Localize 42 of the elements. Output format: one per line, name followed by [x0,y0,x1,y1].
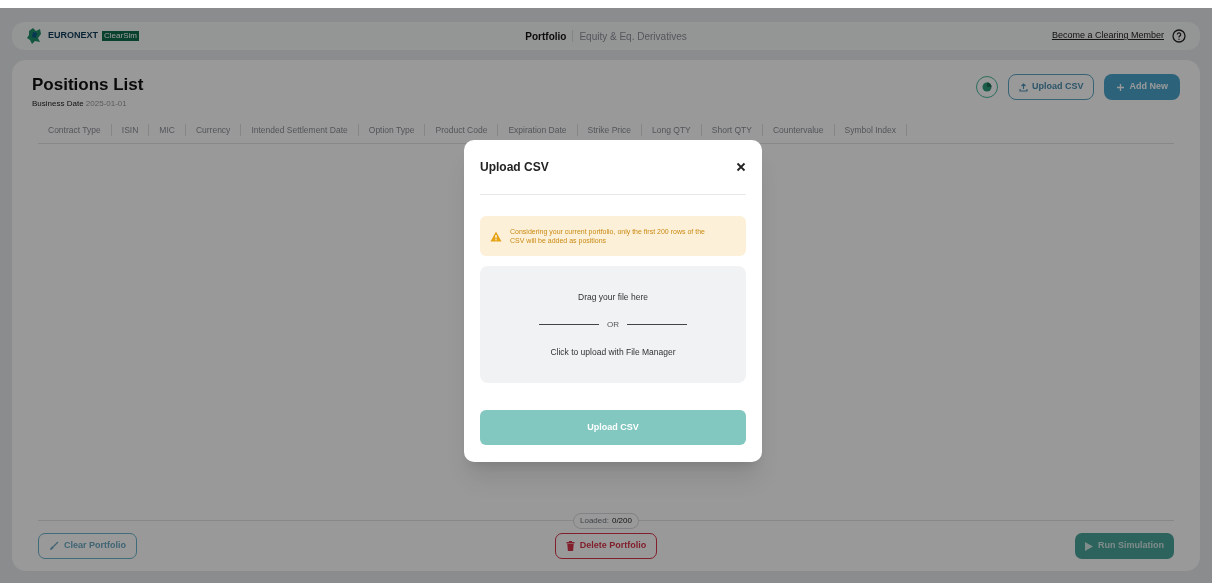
column-header[interactable]: Short QTY [701,123,763,137]
column-header[interactable]: ISIN [111,123,150,137]
page-title: Positions List [32,74,144,96]
product-badge: ClearSim [102,31,139,41]
clearing-member-link[interactable]: Become a Clearing Member [1051,29,1164,43]
play-icon [1085,541,1093,551]
column-header[interactable]: Expiration Date [498,123,578,137]
file-manager-link[interactable]: Click to upload with File Manager [550,345,676,359]
help-icon[interactable] [1172,29,1186,43]
column-header[interactable]: Contract Type [38,123,112,137]
warning-icon [490,230,502,242]
loaded-count: 0/200 [611,515,632,527]
column-header[interactable]: Product Code [425,123,499,137]
close-icon[interactable] [736,162,746,172]
upload-csv-button[interactable]: Upload CSV [1007,74,1095,100]
run-simulation-button[interactable]: Run Simulation [1075,533,1174,559]
plus-icon [1116,82,1126,92]
trash-icon [565,541,575,551]
drop-instruction: Drag your file here [578,290,648,304]
nav-tab[interactable]: Portfolio [525,28,567,44]
column-header[interactable]: MIC [149,123,186,137]
logo-icon [26,27,44,45]
column-header[interactable]: Symbol Index [834,123,907,137]
column-header[interactable]: Long QTY [642,123,702,137]
column-header[interactable]: Countervalue [762,123,835,137]
drop-zone[interactable]: Drag your file here OR Click to upload with File Manager [480,266,746,383]
clear-portfolio-button[interactable]: Clear Portfolio [38,533,137,559]
nav-tab[interactable]: Equity & Eq. Derivatives [579,28,687,44]
column-header[interactable]: Currency [185,123,242,137]
brand-name: EURONEXT [48,29,98,43]
upload-csv-submit-button[interactable]: Upload CSV [480,410,746,445]
separator-text: OR [607,318,619,331]
column-header[interactable]: Strike Price [577,123,643,137]
upload-icon [1018,82,1028,92]
delete-portfolio-button[interactable]: Delete Portfolio [554,533,658,559]
column-header[interactable]: Intended Settlement Date [241,123,359,137]
add-new-button[interactable]: Add New [1104,74,1180,100]
dialog-title: Upload CSV [480,159,549,176]
loaded-label: Loaded: [580,515,609,527]
pie-chart-icon [981,82,992,92]
column-header[interactable]: Option Type [358,123,426,137]
brush-icon [49,541,59,551]
